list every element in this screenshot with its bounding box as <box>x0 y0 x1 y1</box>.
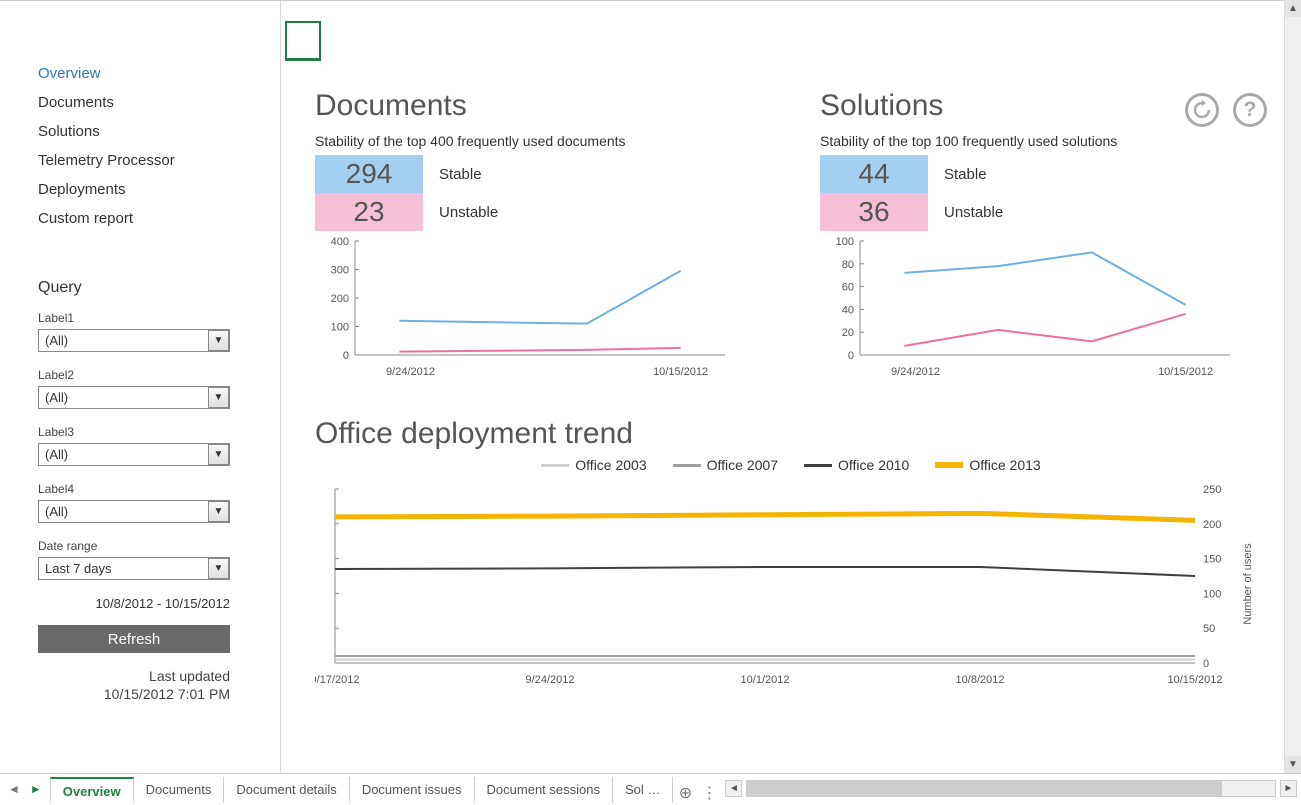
svg-text:9/24/2012: 9/24/2012 <box>526 674 575 686</box>
svg-text:10/15/2012: 10/15/2012 <box>1167 674 1222 686</box>
svg-text:9/24/2012: 9/24/2012 <box>386 366 435 378</box>
trend-chart: 9/17/2012 9/24/2012 10/1/2012 10/8/2012 10/1… <box>315 479 1255 689</box>
last-updated-label: Last updated <box>38 667 230 685</box>
sidebar-nav: Overview Documents Solutions Telemetry P… <box>38 59 262 233</box>
chevron-down-icon[interactable]: ▼ <box>208 330 229 351</box>
date-range-select[interactable]: Last 7 days ▼ <box>38 557 230 580</box>
scroll-down-icon[interactable]: ▼ <box>1285 756 1301 773</box>
label4-value: (All) <box>38 500 230 523</box>
label4-caption: Label4 <box>38 482 262 496</box>
solutions-stable-label: Stable <box>944 166 987 183</box>
nav-documents[interactable]: Documents <box>38 88 262 117</box>
svg-text:10/8/2012: 10/8/2012 <box>956 674 1005 686</box>
svg-text:100: 100 <box>331 322 349 334</box>
legend-office-2010: Office 2010 <box>838 457 909 473</box>
cell-selection-marker <box>285 21 321 61</box>
date-range-caption: Date range <box>38 539 262 553</box>
label1-value: (All) <box>38 329 230 352</box>
legend-office-2013: Office 2013 <box>969 457 1040 473</box>
svg-text:400: 400 <box>331 236 349 248</box>
nav-telemetry-processor[interactable]: Telemetry Processor <box>38 146 262 175</box>
help-icon[interactable]: ? <box>1233 93 1267 127</box>
label4-select[interactable]: (All) ▼ <box>38 500 230 523</box>
add-sheet-icon[interactable]: ⊕ <box>673 783 697 803</box>
sheet-tabs: Overview Documents Document details Docu… <box>50 774 722 803</box>
vertical-scrollbar[interactable]: ▲ ▼ <box>1284 0 1301 773</box>
solutions-stable-count: 44 <box>820 155 928 193</box>
tab-overview[interactable]: Overview <box>50 777 134 803</box>
horizontal-scrollbar[interactable]: ◄ ► <box>721 774 1301 803</box>
nav-deployments[interactable]: Deployments <box>38 175 262 204</box>
documents-stable-label: Stable <box>439 166 482 183</box>
solutions-subtitle: Stability of the top 100 frequently used… <box>820 133 1267 149</box>
svg-text:0: 0 <box>1203 658 1209 670</box>
svg-text:200: 200 <box>331 293 349 305</box>
tab-document-details[interactable]: Document details <box>224 777 349 803</box>
svg-text:200: 200 <box>1203 519 1221 531</box>
tab-sol[interactable]: Sol … <box>613 777 673 803</box>
scroll-up-icon[interactable]: ▲ <box>1285 0 1301 17</box>
svg-text:10/15/2012: 10/15/2012 <box>1158 366 1213 378</box>
chevron-down-icon[interactable]: ▼ <box>208 387 229 408</box>
label2-caption: Label2 <box>38 368 262 382</box>
svg-text:300: 300 <box>331 265 349 277</box>
svg-text:0: 0 <box>343 350 349 362</box>
svg-text:9/17/2012: 9/17/2012 <box>315 674 359 686</box>
svg-text:40: 40 <box>842 304 854 316</box>
last-updated-value: 10/15/2012 7:01 PM <box>38 685 230 703</box>
solutions-unstable-count: 36 <box>820 193 928 231</box>
sheet-menu-icon[interactable]: ⋮ <box>697 783 721 803</box>
date-range-value: Last 7 days <box>38 557 230 580</box>
svg-text:50: 50 <box>1203 623 1215 635</box>
date-range-display: 10/8/2012 - 10/15/2012 <box>38 596 230 611</box>
label2-select[interactable]: (All) ▼ <box>38 386 230 409</box>
svg-text:80: 80 <box>842 259 854 271</box>
sheet-nav-prev-icon[interactable]: ◄ <box>8 782 20 796</box>
tab-document-sessions[interactable]: Document sessions <box>475 777 613 803</box>
label3-select[interactable]: (All) ▼ <box>38 443 230 466</box>
chevron-down-icon[interactable]: ▼ <box>208 558 229 579</box>
svg-text:9/24/2012: 9/24/2012 <box>891 366 940 378</box>
svg-text:10/15/2012: 10/15/2012 <box>653 366 708 378</box>
svg-text:100: 100 <box>1203 588 1221 600</box>
scroll-right-icon[interactable]: ► <box>1280 780 1297 797</box>
query-heading: Query <box>38 279 262 297</box>
label1-select[interactable]: (All) ▼ <box>38 329 230 352</box>
svg-text:150: 150 <box>1203 554 1221 566</box>
svg-text:20: 20 <box>842 327 854 339</box>
svg-text:250: 250 <box>1203 484 1221 496</box>
svg-text:10/1/2012: 10/1/2012 <box>741 674 790 686</box>
label3-caption: Label3 <box>38 425 262 439</box>
scroll-left-icon[interactable]: ◄ <box>725 780 742 797</box>
solutions-unstable-label: Unstable <box>944 204 1003 221</box>
tab-documents[interactable]: Documents <box>134 777 225 803</box>
label2-value: (All) <box>38 386 230 409</box>
chevron-down-icon[interactable]: ▼ <box>208 444 229 465</box>
documents-subtitle: Stability of the top 400 frequently used… <box>315 133 762 149</box>
refresh-button[interactable]: Refresh <box>38 625 230 653</box>
trend-title: Office deployment trend <box>315 417 1267 451</box>
svg-text:60: 60 <box>842 282 854 294</box>
svg-text:Number of users: Number of users <box>1242 543 1254 625</box>
documents-title: Documents <box>315 89 762 123</box>
solutions-chart: 0 20 40 60 80 100 9/24/2012 10/15/2012 <box>820 231 1240 381</box>
tab-document-issues[interactable]: Document issues <box>350 777 475 803</box>
svg-text:100: 100 <box>836 236 854 248</box>
nav-custom-report[interactable]: Custom report <box>38 204 262 233</box>
legend-office-2003: Office 2003 <box>575 457 646 473</box>
documents-unstable-count: 23 <box>315 193 423 231</box>
nav-solutions[interactable]: Solutions <box>38 117 262 146</box>
nav-overview[interactable]: Overview <box>38 59 262 88</box>
legend-office-2007: Office 2007 <box>707 457 778 473</box>
refresh-icon[interactable] <box>1185 93 1219 127</box>
documents-unstable-label: Unstable <box>439 204 498 221</box>
sheet-nav-next-icon[interactable]: ► <box>30 782 42 796</box>
label1-caption: Label1 <box>38 311 262 325</box>
trend-legend: Office 2003 Office 2007 Office 2010 Offi… <box>315 457 1267 473</box>
documents-stable-count: 294 <box>315 155 423 193</box>
documents-chart: 0 100 200 300 400 9/24/2012 10/15/2012 <box>315 231 735 381</box>
chevron-down-icon[interactable]: ▼ <box>208 501 229 522</box>
svg-text:0: 0 <box>848 350 854 362</box>
label3-value: (All) <box>38 443 230 466</box>
